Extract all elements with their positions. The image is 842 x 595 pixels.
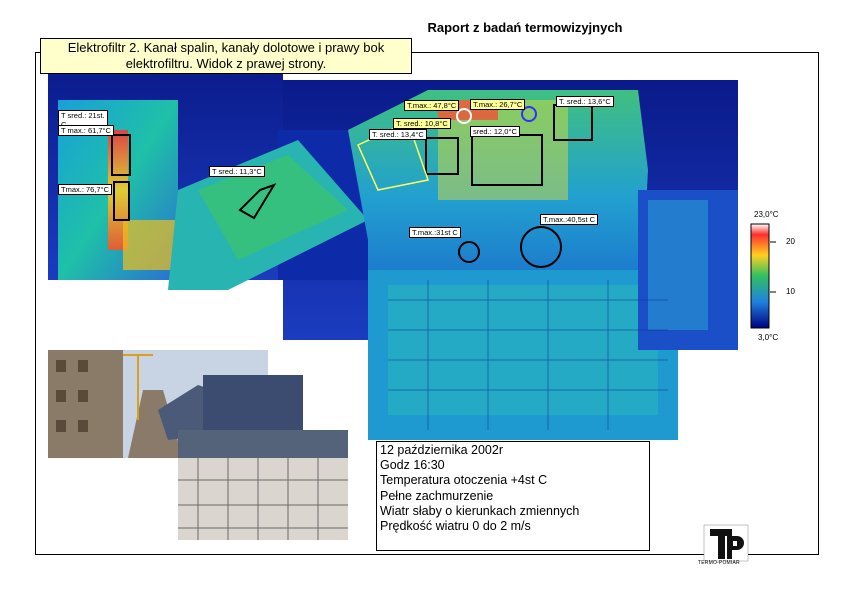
conditions-wind-speed: Prędkość wiatru 0 do 2 m/s [380, 519, 531, 534]
label-t-max-26-7: T.max.: 26,7°C [470, 99, 526, 110]
termo-pomiar-logo [703, 524, 749, 562]
scale-tick-10: 10 [786, 287, 795, 296]
label-t-sred-13-6: T. sred.: 13,6°C [556, 96, 614, 107]
label-t-sred-10-8: T. sred.: 10,8°C [393, 118, 451, 129]
label-t-max-47-8: T.max.: 47,8°C [404, 100, 460, 111]
label-t-max-61-7: T max.: 61,7°C [58, 125, 114, 136]
conditions-sky: Pełne zachmurzenie [380, 488, 494, 503]
label-t-sred-11-3: T sred.: 11,3°C [209, 166, 265, 177]
conditions-temperature: Temperatura otoczenia +4st C [380, 473, 548, 488]
label-sred-12-0: sred.: 12,0°C [470, 126, 520, 137]
conditions-date: 12 października 2002r [380, 443, 503, 457]
conditions-box: 12 października 2002r Godz 16:30 Tempera… [376, 441, 650, 551]
label-t-max-40-5: T.max.:40,5st C [540, 214, 599, 225]
label-t-max-31: T.max.:31st C [409, 227, 461, 238]
conditions-time: Godz 16:30 [380, 458, 445, 473]
conditions-wind: Wiatr słaby o kierunkach zmiennych [380, 503, 580, 518]
scale-min-label: 3,0°C [758, 333, 779, 342]
logo-text: TERMO-POMIAR [698, 560, 740, 566]
label-t-max-76-7: Tmax.: 76,7°C [58, 184, 113, 195]
scale-max-label: 23,0°C [754, 210, 779, 219]
report-title: Raport z badań termowizyjnych [427, 20, 623, 35]
photo-elektrofiltr [48, 350, 358, 540]
scale-tick-20: 20 [786, 237, 795, 246]
caption-box: Elektrofiltr 2. Kanał spalin, kanały dol… [40, 38, 412, 74]
label-t-sred-13-4: T. sred.: 13,4°C [369, 129, 427, 140]
temperature-scale-bar [750, 223, 776, 329]
